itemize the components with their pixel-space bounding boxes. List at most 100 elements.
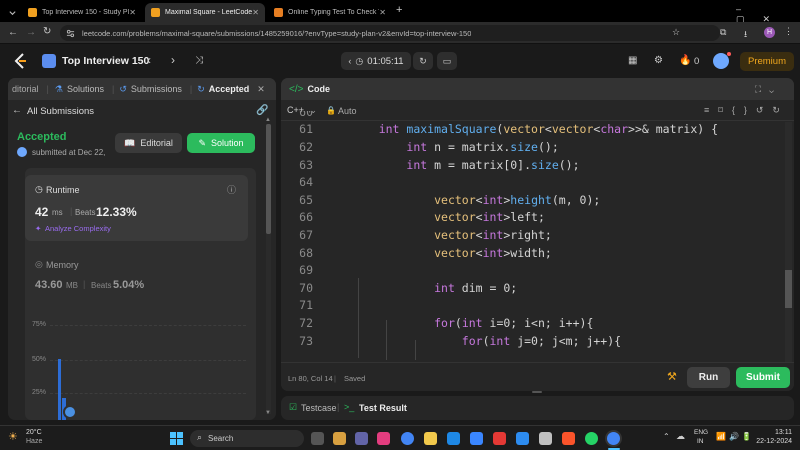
- layout-icon[interactable]: ▦: [628, 55, 637, 66]
- tab-editorial[interactable]: ditorial: [12, 84, 39, 94]
- debug-icon[interactable]: ⚒: [667, 370, 677, 383]
- timer-widget[interactable]: ‹ ◷ 01:05:11: [341, 52, 411, 70]
- lang-indicator[interactable]: ENG: [694, 429, 708, 436]
- analyze-complexity-link[interactable]: Analyze Complexity: [45, 224, 111, 233]
- solution-button[interactable]: ✎ Solution: [187, 133, 255, 153]
- tab-solutions[interactable]: Solutions: [67, 84, 104, 94]
- address-bar[interactable]: leetcode.com/problems/maximal-square/sub…: [60, 25, 720, 41]
- site-info-icon[interactable]: [66, 29, 75, 38]
- reload-icon[interactable]: ↻: [43, 26, 51, 37]
- code-editor[interactable]: 60 61 int maximalSquare(vector < vector < cha…: [281, 111, 781, 359]
- next-problem-icon[interactable]: ›: [171, 53, 175, 67]
- scroll-down-icon[interactable]: ▼: [265, 410, 271, 416]
- user-position-marker[interactable]: [63, 405, 77, 419]
- new-tab-icon[interactable]: +: [396, 4, 402, 16]
- chrome-icon[interactable]: [401, 432, 414, 445]
- chrome-active-icon[interactable]: [607, 432, 620, 445]
- fire-streak-icon[interactable]: 🔥: [679, 55, 691, 66]
- code-line[interactable]: 72 for(int i=0; i<n; i++){: [281, 314, 593, 332]
- gridline: [50, 325, 246, 326]
- store-icon[interactable]: [470, 432, 483, 445]
- tab-accepted[interactable]: Accepted: [209, 84, 250, 94]
- download-icon[interactable]: ⭳: [744, 27, 747, 43]
- tab-maximal-square[interactable]: Maximal Square - LeetCode ✕: [145, 3, 265, 22]
- calculator-icon[interactable]: [539, 432, 552, 445]
- info-icon[interactable]: ⓘ: [227, 183, 236, 196]
- whatsapp-icon[interactable]: [585, 432, 598, 445]
- clock-time[interactable]: 13:11: [762, 429, 792, 436]
- panel-expand-icon[interactable]: ⛶⌄: [755, 84, 782, 95]
- notes-icon[interactable]: ▭: [437, 52, 457, 70]
- close-tab-icon[interactable]: ✕: [252, 8, 259, 17]
- forward-arrow-icon[interactable]: →: [26, 27, 36, 38]
- task-view-icon[interactable]: [311, 432, 324, 445]
- run-button[interactable]: Run: [687, 367, 730, 388]
- premium-button[interactable]: Premium: [740, 52, 794, 71]
- brave-icon[interactable]: [562, 432, 575, 445]
- back-arrow-icon[interactable]: ←: [8, 27, 18, 38]
- copilot-icon[interactable]: [333, 432, 346, 445]
- tab-typing-test[interactable]: Online Typing Test To Check Yo ✕: [268, 3, 392, 22]
- teams-icon[interactable]: [355, 432, 368, 445]
- profile-avatar[interactable]: H: [764, 27, 775, 38]
- code-line[interactable]: 60: [281, 111, 351, 121]
- code-token: >left;: [503, 210, 545, 225]
- submit-button[interactable]: Submit: [736, 367, 790, 388]
- edge-icon[interactable]: [516, 432, 529, 445]
- taskbar-search[interactable]: ⌕ Search: [190, 430, 304, 447]
- close-tab-icon[interactable]: ✕: [257, 84, 265, 95]
- cloud-icon[interactable]: ☁: [676, 431, 685, 442]
- study-plan-title[interactable]: Top Interview 150: [62, 55, 149, 67]
- left-scrollbar-thumb[interactable]: [266, 124, 271, 234]
- code-line[interactable]: 62 int n = matrix. size ();: [281, 138, 559, 156]
- scroll-up-icon[interactable]: ▲: [265, 117, 271, 123]
- code-scrollbar-thumb[interactable]: [785, 270, 792, 308]
- memory-label[interactable]: Memory: [46, 260, 79, 270]
- all-submissions-link[interactable]: All Submissions: [27, 106, 94, 117]
- code-token: <: [593, 122, 601, 137]
- settings-gear-icon[interactable]: ⚙: [654, 55, 663, 66]
- code-token: vector: [551, 122, 594, 137]
- windows-start-icon[interactable]: [170, 432, 183, 445]
- file-explorer-icon[interactable]: [424, 432, 437, 445]
- tab-submissions[interactable]: Submissions: [131, 84, 182, 94]
- bookmark-star-icon[interactable]: ☆: [672, 27, 680, 38]
- code-line[interactable]: 71: [281, 297, 351, 315]
- close-tab-icon[interactable]: ✕: [129, 8, 136, 17]
- reset-timer-icon[interactable]: ↻: [413, 52, 433, 70]
- weather-icon[interactable]: ☀: [8, 430, 18, 443]
- code-line[interactable]: 65 vector < int > height (m, 0);: [281, 191, 600, 209]
- chevron-up-icon[interactable]: ⌃: [663, 432, 670, 441]
- leetcode-logo-icon[interactable]: [12, 52, 28, 70]
- system-tray-icons[interactable]: 📶🔊🔋: [716, 432, 755, 441]
- code-line[interactable]: 64: [281, 173, 351, 191]
- share-link-icon[interactable]: 🔗: [256, 105, 268, 116]
- timer-pause-icon[interactable]: ◷: [355, 56, 363, 67]
- mcafee-icon[interactable]: [493, 432, 506, 445]
- code-line[interactable]: 73 for(int j=0; j<m; j++){: [281, 332, 621, 350]
- extensions-icon[interactable]: ⧉: [720, 27, 726, 38]
- resize-handle[interactable]: [532, 391, 542, 393]
- tab-test-result[interactable]: Test Result: [359, 403, 407, 413]
- editorial-button[interactable]: 📖 Editorial: [115, 133, 182, 153]
- code-line[interactable]: 69: [281, 261, 351, 279]
- code-line[interactable]: 61 int maximalSquare(vector < vector < char >…: [281, 121, 718, 139]
- back-arrow-icon[interactable]: ←: [12, 105, 22, 116]
- shuffle-icon[interactable]: ⤨: [195, 55, 203, 66]
- code-line[interactable]: 63 int m = matrix[0]. size ();: [281, 156, 579, 174]
- timer-prev-icon[interactable]: ‹: [348, 56, 351, 66]
- code-scrollbar-track[interactable]: [785, 122, 792, 362]
- tab-study-plan[interactable]: Top Interview 150 - Study Plan ✕: [22, 3, 142, 22]
- app-icon[interactable]: [377, 432, 390, 445]
- prev-problem-icon[interactable]: ‹: [147, 53, 151, 67]
- code-line[interactable]: 66 vector < int >left;: [281, 209, 545, 227]
- vscode-icon[interactable]: [447, 432, 460, 445]
- browser-menu-icon[interactable]: ⋮: [784, 26, 793, 37]
- code-token: n =: [434, 139, 462, 154]
- close-tab-icon[interactable]: ✕: [379, 8, 386, 17]
- code-line[interactable]: 70 int dim = 0;: [281, 279, 517, 297]
- code-line[interactable]: 67 vector < int >right;: [281, 226, 552, 244]
- tab-testcase[interactable]: Testcase: [301, 403, 337, 413]
- distribution-bar[interactable]: [58, 359, 61, 420]
- code-line[interactable]: 68 vector < int >width;: [281, 244, 552, 262]
